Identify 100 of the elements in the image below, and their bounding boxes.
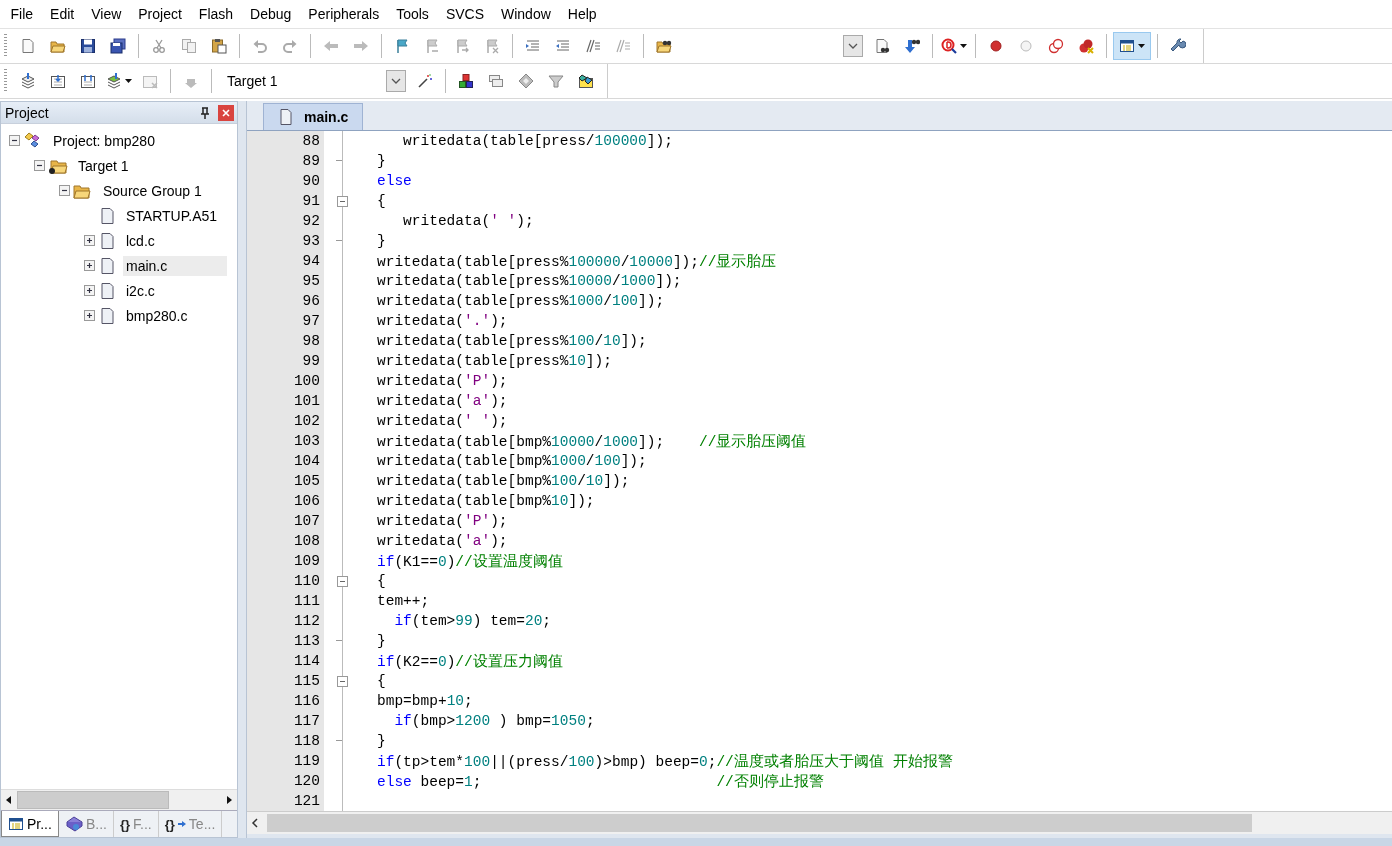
tree-item[interactable]: Target 1 (75, 155, 132, 176)
collapse-icon[interactable] (337, 195, 348, 207)
window-icon (8, 815, 24, 832)
folder-icon (50, 38, 66, 54)
code-line: else beep=1; //否则停止报警 (377, 772, 824, 791)
wand-icon (417, 73, 433, 89)
pin-icon[interactable] (200, 106, 210, 119)
editor-tab[interactable]: main.c (263, 103, 364, 130)
line-number: 89 (247, 151, 324, 171)
expand-icon[interactable] (84, 310, 95, 321)
panel-title: Project (5, 104, 50, 121)
panel-tab[interactable]: {} Te... (158, 811, 223, 837)
expand-icon[interactable] (84, 260, 95, 271)
diamond-icon (518, 73, 534, 89)
code-line: writedata(table[press%100/10]); (377, 333, 647, 349)
menu-item[interactable]: Flash (190, 6, 242, 22)
line-number: 111 (247, 591, 324, 611)
code-line: writedata('a'); (377, 533, 508, 549)
code-line: writedata('P'); (377, 373, 508, 389)
chevron-down-icon (391, 77, 401, 85)
collapse-icon[interactable] (337, 675, 348, 687)
menu-item[interactable]: Tools (387, 6, 438, 22)
flag-icon (424, 38, 440, 54)
menu-item[interactable]: Project (129, 6, 191, 22)
tree-item[interactable]: lcd.c (123, 230, 158, 251)
clipboard-icon (211, 38, 227, 54)
line-number: 115 (247, 671, 324, 691)
target-dropdown[interactable]: Target 1 (221, 69, 406, 93)
wrench-icon (1170, 38, 1186, 54)
stacked-windows-icon (488, 73, 504, 89)
menu-item[interactable]: Window (492, 6, 560, 22)
code-line: writedata(table[press/100000]); (402, 133, 673, 149)
code-line: writedata(table[bmp%100/10]); (377, 473, 630, 489)
caret-icon (125, 79, 132, 83)
horizontal-scrollbar[interactable] (247, 811, 1392, 834)
code-line: else (377, 173, 412, 189)
comment-icon (585, 38, 601, 54)
tree-item[interactable]: i2c.c (123, 280, 158, 301)
code-line: } (377, 233, 386, 249)
flag-icon (454, 38, 470, 54)
line-number: 102 (247, 411, 324, 431)
floppies-icon (110, 38, 126, 54)
line-number: 93 (247, 231, 324, 251)
left-arrow-icon (323, 38, 339, 54)
collapse-icon[interactable] (9, 135, 20, 146)
code-line: writedata('P'); (377, 513, 508, 529)
folder-binoculars-icon (656, 38, 672, 54)
document-binoculars-icon (874, 38, 890, 54)
line-number: 120 (247, 771, 324, 791)
document-icon (98, 231, 116, 250)
menu-item[interactable]: File (2, 6, 42, 22)
code-line: if(tem>99) tem=20; (393, 613, 552, 629)
code-line: writedata(table[press%100000/10000]);//显示胎压 (377, 252, 777, 271)
menu-item[interactable]: View (82, 6, 130, 22)
books-icon (64, 816, 83, 832)
menu-item[interactable]: Edit (41, 6, 83, 22)
layers-icon (20, 73, 36, 89)
flag-icon (484, 38, 500, 54)
tree-item[interactable]: Project: bmp280 (50, 130, 158, 151)
line-number: 110 (247, 571, 324, 591)
expand-icon[interactable] (84, 285, 95, 296)
line-number: 101 (247, 391, 324, 411)
code-line: writedata('.'); (377, 313, 508, 329)
dropdown-field[interactable] (843, 35, 863, 57)
menu-item[interactable]: SVCS (437, 6, 493, 22)
collapse-icon[interactable] (34, 160, 45, 171)
code-line: tem++; (377, 593, 430, 609)
code-line: writedata('a'); (377, 393, 508, 409)
line-number: 95 (247, 271, 324, 291)
tree-item[interactable]: Source Group 1 (100, 180, 205, 201)
chevron-down-icon (848, 42, 858, 50)
line-number: 104 (247, 451, 324, 471)
right-arrow-icon (353, 38, 369, 54)
code-line: if(K2==0)//设置压力阈值 (377, 652, 563, 671)
horizontal-scrollbar[interactable] (1, 789, 237, 810)
menu-item[interactable]: Peripherals (299, 6, 388, 22)
layers-icon (106, 73, 122, 89)
tree-item[interactable]: main.c (123, 255, 228, 276)
code-line: } (377, 733, 386, 749)
line-number: 121 (247, 791, 324, 811)
menu-item[interactable]: Help (559, 6, 606, 22)
panel-tab[interactable]: {} F... (113, 811, 159, 837)
collapse-icon[interactable] (337, 575, 348, 587)
menu-item[interactable]: Debug (241, 6, 300, 22)
panel-tab[interactable]: Pr... (1, 811, 59, 837)
code-line: if(tp>tem*100||(press/100)>bmp) beep=0;//温度或者胎压大于阈值 开始报警 (377, 752, 953, 771)
window-layout-button[interactable] (1113, 32, 1151, 60)
grid-arrows-icon (80, 73, 96, 89)
document-icon (98, 206, 116, 225)
close-icon[interactable] (218, 104, 234, 121)
code-line: } (377, 153, 386, 169)
tree-item[interactable]: bmp280.c (123, 305, 191, 326)
expand-icon[interactable] (84, 235, 95, 246)
line-number: 108 (247, 531, 324, 551)
code-line: writedata(table[bmp%1000/100]); (377, 453, 647, 469)
code-line: { (377, 673, 386, 689)
line-number: 117 (247, 711, 324, 731)
tree-item[interactable]: STARTUP.A51 (123, 205, 221, 226)
collapse-icon[interactable] (59, 185, 70, 196)
line-number: 103 (247, 431, 324, 451)
